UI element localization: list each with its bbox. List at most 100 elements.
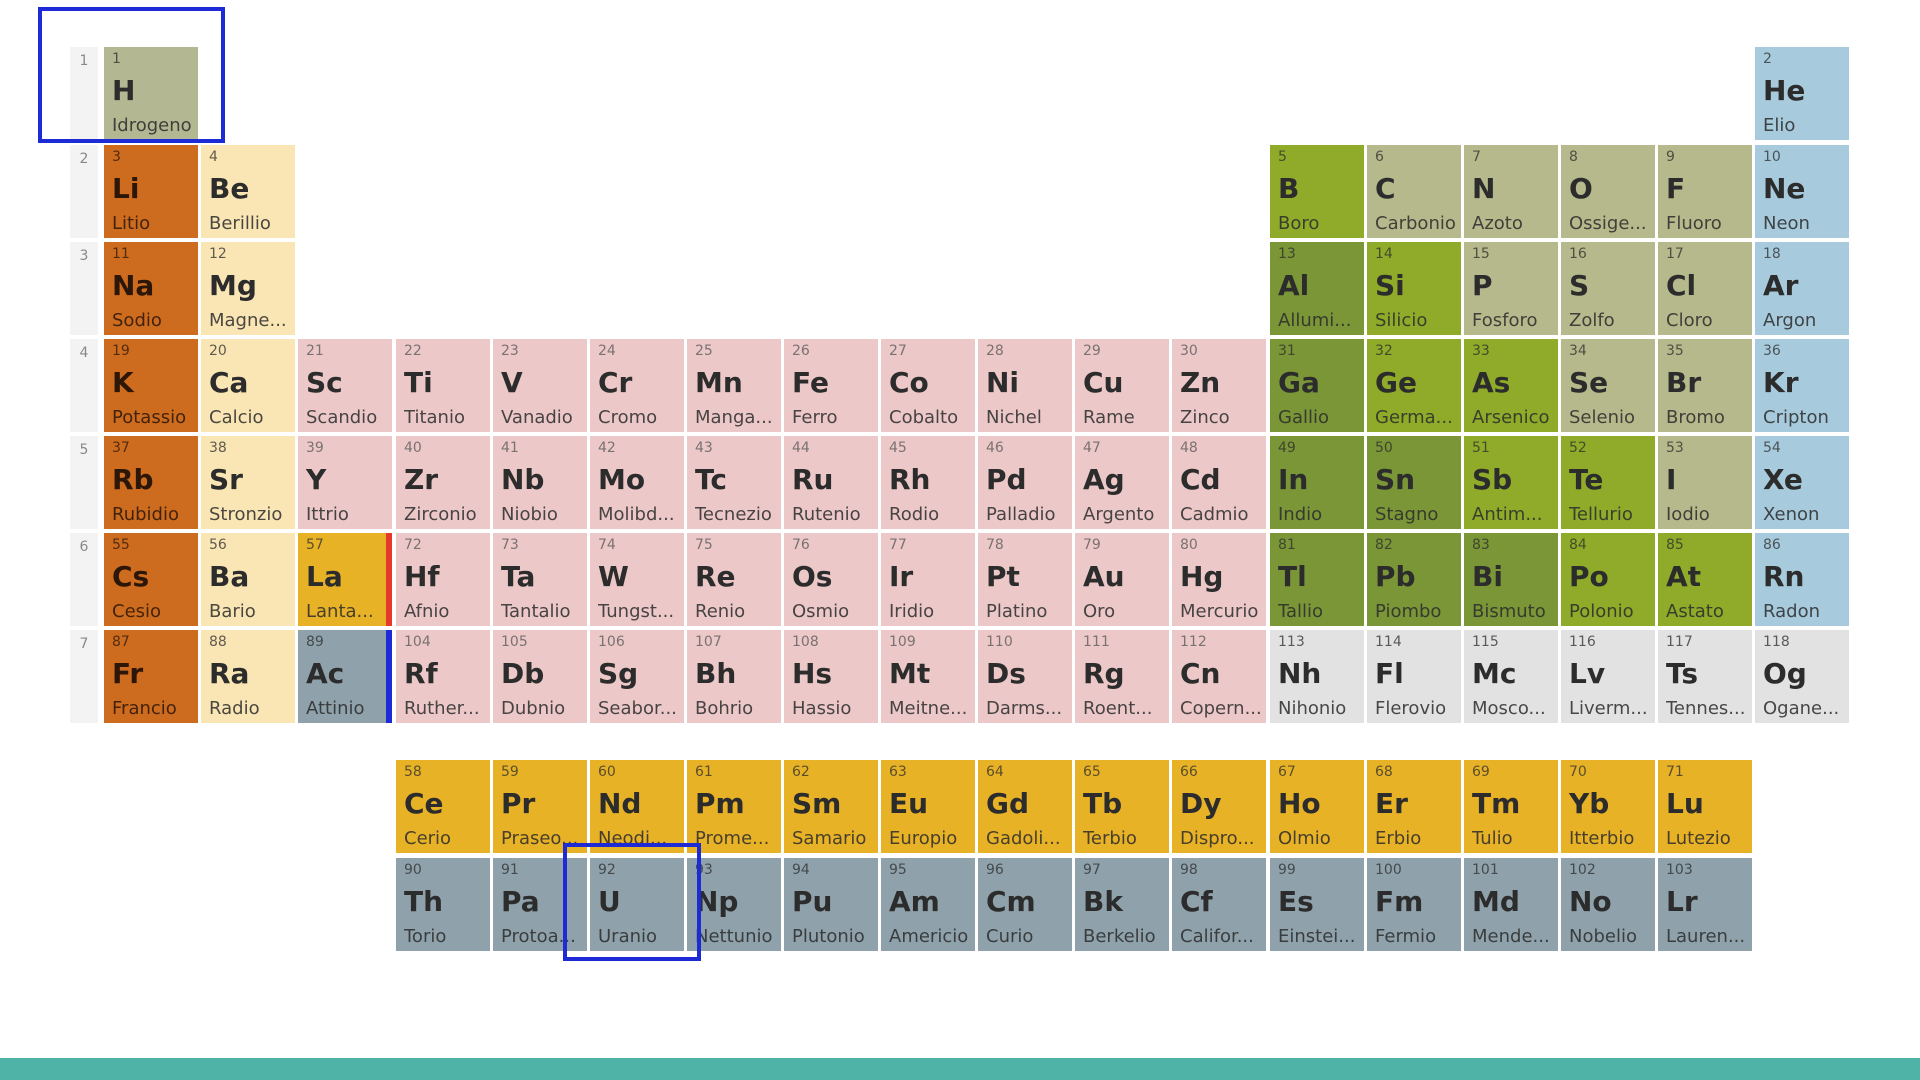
element-cell-cf[interactable]: 98 Cf Califor... — [1172, 858, 1266, 951]
element-cell-te[interactable]: 52 Te Tellurio — [1561, 436, 1655, 529]
element-cell-ba[interactable]: 56 Ba Bario — [201, 533, 295, 626]
element-cell-p[interactable]: 15 P Fosforo — [1464, 242, 1558, 335]
element-cell-bh[interactable]: 107 Bh Bohrio — [687, 630, 781, 723]
element-cell-ra[interactable]: 88 Ra Radio — [201, 630, 295, 723]
element-cell-sc[interactable]: 21 Sc Scandio — [298, 339, 392, 432]
element-cell-sm[interactable]: 62 Sm Samario — [784, 760, 878, 853]
element-cell-th[interactable]: 90 Th Torio — [396, 858, 490, 951]
element-cell-cr[interactable]: 24 Cr Cromo — [590, 339, 684, 432]
element-cell-eu[interactable]: 63 Eu Europio — [881, 760, 975, 853]
element-cell-xe[interactable]: 54 Xe Xenon — [1755, 436, 1849, 529]
element-cell-bk[interactable]: 97 Bk Berkelio — [1075, 858, 1169, 951]
element-cell-cl[interactable]: 17 Cl Cloro — [1658, 242, 1752, 335]
element-cell-rn[interactable]: 86 Rn Radon — [1755, 533, 1849, 626]
element-cell-ac[interactable]: 89 Ac Attinio — [298, 630, 392, 723]
element-cell-es[interactable]: 99 Es Einstei... — [1270, 858, 1364, 951]
element-cell-u[interactable]: 92 U Uranio — [590, 858, 684, 951]
element-cell-c[interactable]: 6 C Carbonio — [1367, 145, 1461, 238]
element-cell-s[interactable]: 16 S Zolfo — [1561, 242, 1655, 335]
element-cell-cm[interactable]: 96 Cm Curio — [978, 858, 1072, 951]
element-cell-mt[interactable]: 109 Mt Meitne... — [881, 630, 975, 723]
element-cell-rf[interactable]: 104 Rf Ruther... — [396, 630, 490, 723]
element-cell-sb[interactable]: 51 Sb Antim... — [1464, 436, 1558, 529]
element-cell-rg[interactable]: 111 Rg Roent... — [1075, 630, 1169, 723]
element-cell-bi[interactable]: 83 Bi Bismuto — [1464, 533, 1558, 626]
element-cell-rh[interactable]: 45 Rh Rodio — [881, 436, 975, 529]
element-cell-la[interactable]: 57 La Lanta... — [298, 533, 392, 626]
element-cell-dy[interactable]: 66 Dy Dispro... — [1172, 760, 1266, 853]
element-cell-ho[interactable]: 67 Ho Olmio — [1270, 760, 1364, 853]
element-cell-tm[interactable]: 69 Tm Tulio — [1464, 760, 1558, 853]
element-cell-lv[interactable]: 116 Lv Liverm... — [1561, 630, 1655, 723]
element-cell-fm[interactable]: 100 Fm Fermio — [1367, 858, 1461, 951]
element-cell-ti[interactable]: 22 Ti Titanio — [396, 339, 490, 432]
element-cell-v[interactable]: 23 V Vanadio — [493, 339, 587, 432]
element-cell-np[interactable]: 93 Np Nettunio — [687, 858, 781, 951]
element-cell-ce[interactable]: 58 Ce Cerio — [396, 760, 490, 853]
element-cell-ca[interactable]: 20 Ca Calcio — [201, 339, 295, 432]
element-cell-he[interactable]: 2 He Elio — [1755, 47, 1849, 140]
element-cell-at[interactable]: 85 At Astato — [1658, 533, 1752, 626]
element-cell-k[interactable]: 19 K Potassio — [104, 339, 198, 432]
element-cell-al[interactable]: 13 Al Allumi... — [1270, 242, 1364, 335]
element-cell-mg[interactable]: 12 Mg Magne... — [201, 242, 295, 335]
element-cell-au[interactable]: 79 Au Oro — [1075, 533, 1169, 626]
element-cell-h[interactable]: 1 H Idrogeno — [104, 47, 198, 140]
element-cell-ga[interactable]: 31 Ga Gallio — [1270, 339, 1364, 432]
element-cell-kr[interactable]: 36 Kr Cripton — [1755, 339, 1849, 432]
element-cell-zn[interactable]: 30 Zn Zinco — [1172, 339, 1266, 432]
element-cell-i[interactable]: 53 I Iodio — [1658, 436, 1752, 529]
element-cell-ta[interactable]: 73 Ta Tantalio — [493, 533, 587, 626]
element-cell-md[interactable]: 101 Md Mende... — [1464, 858, 1558, 951]
element-cell-be[interactable]: 4 Be Berillio — [201, 145, 295, 238]
element-cell-fl[interactable]: 114 Fl Flerovio — [1367, 630, 1461, 723]
element-cell-fr[interactable]: 87 Fr Francio — [104, 630, 198, 723]
element-cell-pb[interactable]: 82 Pb Piombo — [1367, 533, 1461, 626]
element-cell-w[interactable]: 74 W Tungst... — [590, 533, 684, 626]
element-cell-br[interactable]: 35 Br Bromo — [1658, 339, 1752, 432]
element-cell-db[interactable]: 105 Db Dubnio — [493, 630, 587, 723]
element-cell-pr[interactable]: 59 Pr Praseo... — [493, 760, 587, 853]
element-cell-nd[interactable]: 60 Nd Neodi... — [590, 760, 684, 853]
element-cell-hf[interactable]: 72 Hf Afnio — [396, 533, 490, 626]
element-cell-zr[interactable]: 40 Zr Zirconio — [396, 436, 490, 529]
element-cell-se[interactable]: 34 Se Selenio — [1561, 339, 1655, 432]
element-cell-er[interactable]: 68 Er Erbio — [1367, 760, 1461, 853]
element-cell-sn[interactable]: 50 Sn Stagno — [1367, 436, 1461, 529]
element-cell-lu[interactable]: 71 Lu Lutezio — [1658, 760, 1752, 853]
element-cell-pt[interactable]: 78 Pt Platino — [978, 533, 1072, 626]
element-cell-ru[interactable]: 44 Ru Rutenio — [784, 436, 878, 529]
element-cell-si[interactable]: 14 Si Silicio — [1367, 242, 1461, 335]
element-cell-hg[interactable]: 80 Hg Mercurio — [1172, 533, 1266, 626]
element-cell-mn[interactable]: 25 Mn Manga... — [687, 339, 781, 432]
element-cell-fe[interactable]: 26 Fe Ferro — [784, 339, 878, 432]
element-cell-n[interactable]: 7 N Azoto — [1464, 145, 1558, 238]
element-cell-as[interactable]: 33 As Arsenico — [1464, 339, 1558, 432]
element-cell-rb[interactable]: 37 Rb Rubidio — [104, 436, 198, 529]
element-cell-ts[interactable]: 117 Ts Tennes... — [1658, 630, 1752, 723]
element-cell-y[interactable]: 39 Y Ittrio — [298, 436, 392, 529]
element-cell-no[interactable]: 102 No Nobelio — [1561, 858, 1655, 951]
element-cell-gd[interactable]: 64 Gd Gadoli... — [978, 760, 1072, 853]
element-cell-cu[interactable]: 29 Cu Rame — [1075, 339, 1169, 432]
element-cell-na[interactable]: 11 Na Sodio — [104, 242, 198, 335]
element-cell-b[interactable]: 5 B Boro — [1270, 145, 1364, 238]
element-cell-hs[interactable]: 108 Hs Hassio — [784, 630, 878, 723]
element-cell-sg[interactable]: 106 Sg Seabor... — [590, 630, 684, 723]
element-cell-tl[interactable]: 81 Tl Tallio — [1270, 533, 1364, 626]
element-cell-pd[interactable]: 46 Pd Palladio — [978, 436, 1072, 529]
element-cell-ds[interactable]: 110 Ds Darms... — [978, 630, 1072, 723]
element-cell-ge[interactable]: 32 Ge Germa... — [1367, 339, 1461, 432]
element-cell-f[interactable]: 9 F Fluoro — [1658, 145, 1752, 238]
element-cell-tb[interactable]: 65 Tb Terbio — [1075, 760, 1169, 853]
element-cell-o[interactable]: 8 O Ossige... — [1561, 145, 1655, 238]
element-cell-li[interactable]: 3 Li Litio — [104, 145, 198, 238]
element-cell-ne[interactable]: 10 Ne Neon — [1755, 145, 1849, 238]
element-cell-nh[interactable]: 113 Nh Nihonio — [1270, 630, 1364, 723]
element-cell-po[interactable]: 84 Po Polonio — [1561, 533, 1655, 626]
element-cell-sr[interactable]: 38 Sr Stronzio — [201, 436, 295, 529]
element-cell-ir[interactable]: 77 Ir Iridio — [881, 533, 975, 626]
element-cell-ni[interactable]: 28 Ni Nichel — [978, 339, 1072, 432]
element-cell-am[interactable]: 95 Am Americio — [881, 858, 975, 951]
element-cell-tc[interactable]: 43 Tc Tecnezio — [687, 436, 781, 529]
